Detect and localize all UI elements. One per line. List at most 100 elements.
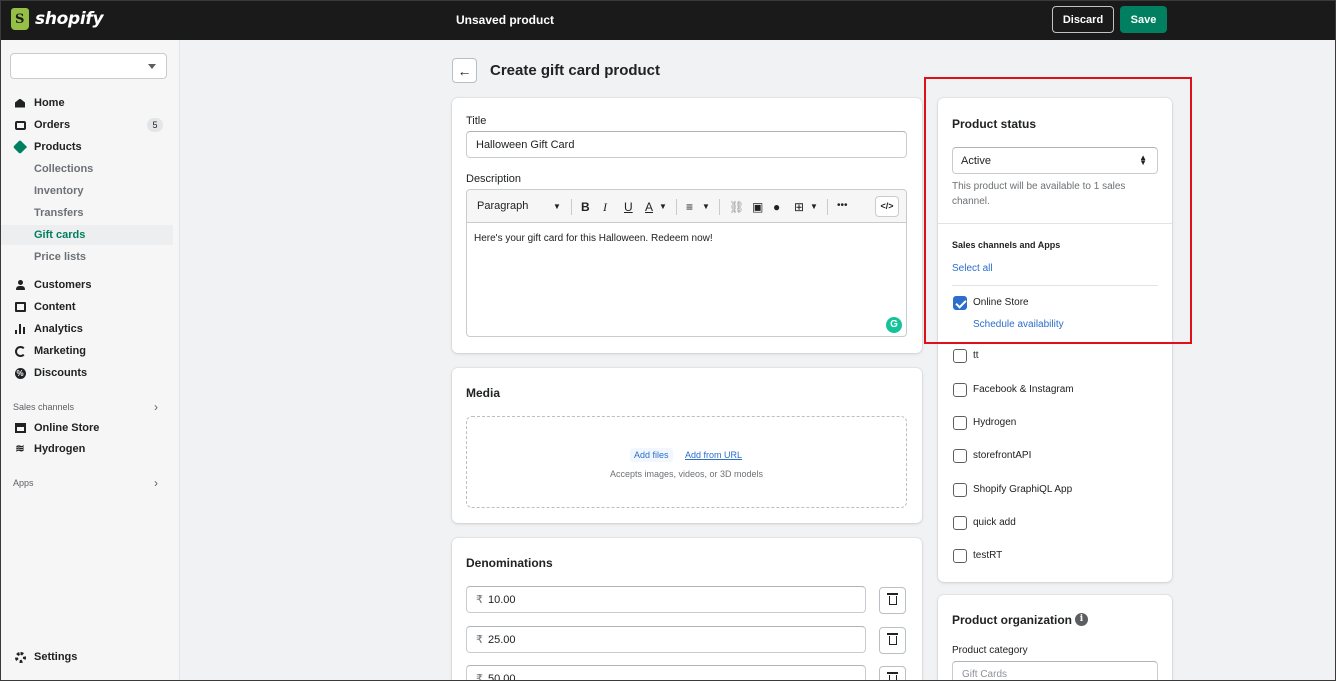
paragraph-select[interactable]: Paragraph — [477, 200, 528, 212]
channel-label-hydrogen: Hydrogen — [973, 417, 1017, 428]
product-category-label: Product category — [952, 645, 1028, 656]
bold-button[interactable]: B — [581, 200, 590, 214]
gear-icon — [14, 651, 26, 663]
nav-orders[interactable]: Orders 5 — [1, 115, 180, 135]
title-label: Title — [466, 115, 487, 127]
accepts-hint: Accepts images, videos, or 3D models — [609, 469, 764, 479]
toolbar-divider — [827, 199, 828, 215]
video-icon[interactable]: ● — [773, 200, 780, 214]
nav-orders-label: Orders — [34, 119, 71, 131]
product-organization-heading: Product organization — [952, 613, 1072, 627]
checkbox-tt[interactable] — [953, 349, 967, 363]
analytics-icon — [14, 323, 26, 335]
currency-symbol: ₹ — [476, 594, 483, 606]
back-button[interactable]: ← — [452, 58, 477, 83]
add-files-button[interactable]: Add files — [630, 448, 673, 462]
chevron-down-icon: ▼ — [810, 202, 818, 211]
nav-online-store[interactable]: Online Store — [1, 418, 180, 438]
grammarly-icon[interactable]: G — [886, 317, 902, 333]
channel-label-facebook-instagram: Facebook & Instagram — [973, 384, 1074, 395]
top-bar: shopify Unsaved product Discard Save — [1, 1, 1335, 40]
delete-denomination-button[interactable] — [879, 627, 906, 654]
chevron-right-icon: › — [154, 476, 158, 490]
trash-icon — [886, 593, 898, 605]
sales-channels-heading[interactable]: Sales channels › — [13, 400, 158, 414]
nav-content[interactable]: Content — [1, 297, 180, 317]
nav-analytics[interactable]: Analytics — [1, 319, 180, 339]
italic-button[interactable]: I — [603, 200, 607, 215]
shopify-bag-icon — [11, 8, 29, 30]
underline-button[interactable]: U — [624, 200, 633, 214]
image-icon[interactable]: ▣ — [752, 200, 763, 214]
store-selector[interactable] — [10, 53, 167, 79]
nav-hydrogen[interactable]: ≋ Hydrogen — [1, 439, 180, 459]
orders-icon — [14, 119, 26, 131]
product-category-input[interactable]: Gift Cards — [952, 661, 1158, 680]
nav-customers[interactable]: Customers — [1, 275, 180, 295]
shopify-logo[interactable]: shopify — [11, 8, 104, 30]
nav-settings[interactable]: Settings — [1, 647, 180, 667]
nav-products[interactable]: Products — [1, 137, 180, 157]
nav-settings-label: Settings — [34, 651, 78, 663]
nav-customers-label: Customers — [34, 279, 92, 291]
nav-inventory[interactable]: Inventory — [1, 181, 180, 201]
align-button[interactable]: ≡ — [686, 200, 693, 214]
checkbox-storefrontapi[interactable] — [953, 449, 967, 463]
add-from-url-link[interactable]: Add from URL — [685, 450, 742, 460]
checkbox-quick-add[interactable] — [953, 516, 967, 530]
caret-down-icon — [148, 64, 156, 69]
nav-discounts[interactable]: % Discounts — [1, 363, 180, 383]
denomination-input[interactable]: ₹ 25.00 — [466, 626, 866, 653]
chevron-right-icon: › — [154, 400, 158, 414]
discounts-icon: % — [14, 367, 26, 379]
home-icon — [14, 97, 26, 109]
content-icon — [14, 301, 26, 313]
hydrogen-icon: ≋ — [15, 442, 25, 455]
checkbox-hydrogen[interactable] — [953, 416, 967, 430]
nav-online-store-label: Online Store — [34, 422, 100, 434]
nav-marketing[interactable]: Marketing — [1, 341, 180, 361]
denomination-input[interactable]: ₹ 50.00 — [466, 665, 866, 681]
chevron-down-icon: ▼ — [702, 202, 710, 211]
delete-denomination-button[interactable] — [879, 666, 906, 680]
save-button[interactable]: Save — [1120, 6, 1167, 33]
nav-gift-cards-label: Gift cards — [34, 229, 86, 241]
checkbox-testrt[interactable] — [953, 549, 967, 563]
nav-transfers[interactable]: Transfers — [1, 203, 180, 223]
denomination-value: 25.00 — [488, 633, 516, 646]
more-button[interactable]: ••• — [837, 200, 848, 211]
currency-symbol: ₹ — [476, 673, 483, 681]
text-color-button[interactable]: A — [645, 200, 653, 214]
unsaved-title: Unsaved product — [456, 13, 555, 27]
code-view-button[interactable]: </> — [875, 196, 899, 217]
link-icon[interactable]: ⛓ — [729, 200, 744, 214]
channel-label-shopify-graphiql-app: Shopify GraphiQL App — [973, 484, 1073, 495]
nav-content-label: Content — [34, 301, 76, 313]
nav-home[interactable]: Home — [1, 93, 180, 113]
sales-channels-label: Sales channels — [13, 402, 75, 412]
discard-button[interactable]: Discard — [1052, 6, 1114, 33]
denomination-input[interactable]: ₹ 10.00 — [466, 586, 866, 613]
media-dropzone[interactable] — [466, 416, 907, 508]
delete-denomination-button[interactable] — [879, 587, 906, 614]
currency-symbol: ₹ — [476, 634, 483, 646]
checkbox-facebook-instagram[interactable] — [953, 383, 967, 397]
description-text[interactable]: Here's your gift card for this Halloween… — [474, 233, 713, 244]
apps-heading[interactable]: Apps › — [13, 476, 158, 490]
toolbar-divider — [676, 199, 677, 215]
apps-label: Apps — [13, 478, 34, 488]
trash-icon — [886, 672, 898, 680]
nav-home-label: Home — [34, 97, 65, 109]
store-icon — [14, 422, 26, 434]
description-label: Description — [466, 173, 522, 185]
description-editor[interactable]: Paragraph ▼ B I U A ▼ ≡ ▼ ⛓ ▣ ● ⊞ ▼ ••• … — [466, 189, 907, 337]
nav-price-lists-label: Price lists — [34, 251, 86, 263]
info-icon[interactable]: i — [1075, 613, 1088, 626]
table-icon[interactable]: ⊞ — [794, 200, 804, 214]
title-input[interactable]: Halloween Gift Card — [466, 131, 907, 158]
nav-price-lists[interactable]: Price lists — [1, 247, 180, 267]
nav-transfers-label: Transfers — [34, 207, 84, 219]
nav-collections[interactable]: Collections — [1, 159, 180, 179]
checkbox-shopify-graphiql-app[interactable] — [953, 483, 967, 497]
nav-gift-cards[interactable]: Gift cards — [1, 225, 173, 245]
